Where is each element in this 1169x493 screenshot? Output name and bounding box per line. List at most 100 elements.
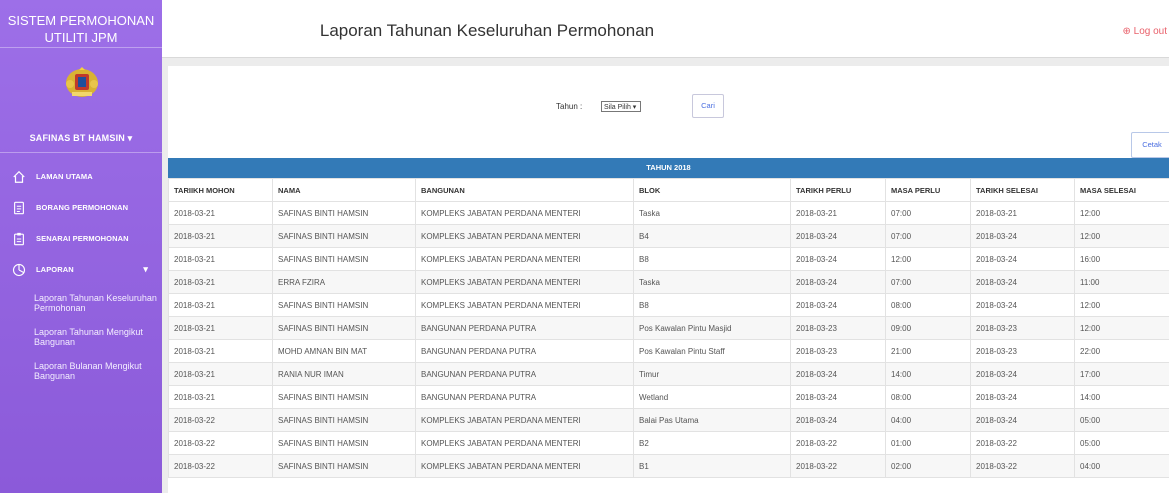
table-cell: Taska	[633, 270, 791, 294]
table-cell: KOMPLEKS JABATAN PERDANA MENTERI	[415, 431, 634, 455]
print-button[interactable]: Cetak	[1131, 132, 1169, 158]
year-select[interactable]: Sila Pilih ▾	[601, 101, 641, 112]
table-cell: 2018-03-22	[790, 454, 886, 478]
table-cell: 2018-03-21	[168, 362, 273, 386]
table-cell: 2018-03-24	[790, 385, 886, 409]
table-cell: 12:00	[885, 247, 971, 271]
subnav-laporan-tahunan-keseluruhan[interactable]: Laporan Tahunan Keseluruhan Permohonan	[34, 293, 162, 313]
table-row: 2018-03-21 RANIA NUR IMAN BANGUNAN PERDANA…	[168, 362, 1169, 386]
clipboard-icon	[14, 232, 24, 245]
profile-area: SAFINAS BT HAMSIN ▾	[0, 48, 162, 153]
table-cell: 2018-03-21	[168, 247, 273, 271]
table-cell: B1	[633, 454, 791, 478]
table-cell: ERRA FZIRA	[272, 270, 416, 294]
table-cell: 2018-03-21	[168, 316, 273, 340]
table-cell: 2018-03-24	[790, 408, 886, 432]
table-cell: 2018-03-21	[168, 270, 273, 294]
table-cell: 09:00	[885, 316, 971, 340]
document-icon	[14, 201, 24, 214]
table-cell: Balai Pas Utama	[633, 408, 791, 432]
column-header: NAMA	[272, 178, 416, 202]
nav-label: LAPORAN	[36, 265, 74, 274]
table-row: 2018-03-22 SAFINAS BINTI HAMSIN KOMPLEKS J…	[168, 408, 1169, 432]
app-title: SISTEM PERMOHONAN UTILITI JPM	[0, 0, 162, 48]
table-cell: 2018-03-24	[790, 270, 886, 294]
table-cell: Pos Kawalan Pintu Staff	[633, 339, 791, 363]
nav-senarai-permohonan[interactable]: SENARAI PERMOHONAN	[0, 223, 162, 254]
nav-borang-permohonan[interactable]: BORANG PERMOHONAN	[0, 192, 162, 223]
table-cell: SAFINAS BINTI HAMSIN	[272, 385, 416, 409]
table-cell: 12:00	[1074, 201, 1169, 225]
table-row: 2018-03-21 SAFINAS BINTI HAMSIN KOMPLEKS J…	[168, 224, 1169, 248]
logout-link[interactable]: ⊕ Log out	[1122, 26, 1167, 37]
table-cell: KOMPLEKS JABATAN PERDANA MENTERI	[415, 224, 634, 248]
table-row: 2018-03-21 MOHD AMNAN BIN MAT BANGUNAN PER…	[168, 339, 1169, 363]
report-panel: Tahun : Sila Pilih ▾ Cari Cetak TAHUN 20…	[168, 66, 1169, 493]
table-cell: SAFINAS BINTI HAMSIN	[272, 408, 416, 432]
table-row: 2018-03-22 SAFINAS BINTI HAMSIN KOMPLEKS J…	[168, 454, 1169, 478]
table-row: 2018-03-21 ERRA FZIRA KOMPLEKS JABATAN PER…	[168, 270, 1169, 294]
table-cell: 2018-03-21	[168, 385, 273, 409]
subnav-laporan-bulanan-bangunan[interactable]: Laporan Bulanan Mengikut Bangunan	[34, 361, 162, 381]
table-cell: Timur	[633, 362, 791, 386]
nav-laman-utama[interactable]: LAMAN UTAMA	[0, 161, 162, 192]
table-cell: 12:00	[1074, 293, 1169, 317]
nav-laporan[interactable]: LAPORAN ▾	[0, 254, 162, 285]
table-body: 2018-03-21 SAFINAS BINTI HAMSIN KOMPLEKS J…	[168, 201, 1169, 478]
nav-label: LAMAN UTAMA	[36, 172, 93, 181]
table-cell: 16:00	[1074, 247, 1169, 271]
table-row: 2018-03-22 SAFINAS BINTI HAMSIN KOMPLEKS J…	[168, 431, 1169, 455]
table-cell: 11:00	[1074, 270, 1169, 294]
column-header: MASA SELESAI	[1074, 178, 1169, 202]
table-cell: BANGUNAN PERDANA PUTRA	[415, 339, 634, 363]
table-cell: KOMPLEKS JABATAN PERDANA MENTERI	[415, 408, 634, 432]
laporan-submenu: Laporan Tahunan Keseluruhan Permohonan L…	[0, 285, 162, 381]
table-cell: SAFINAS BINTI HAMSIN	[272, 247, 416, 271]
top-header: Laporan Tahunan Keseluruhan Permohonan ⊕…	[162, 0, 1169, 58]
table-cell: BANGUNAN PERDANA PUTRA	[415, 316, 634, 340]
table-cell: MOHD AMNAN BIN MAT	[272, 339, 416, 363]
table-cell: BANGUNAN PERDANA PUTRA	[415, 385, 634, 409]
user-dropdown[interactable]: SAFINAS BT HAMSIN ▾	[0, 133, 162, 144]
table-cell: B2	[633, 431, 791, 455]
table-cell: 02:00	[885, 454, 971, 478]
year-header: TAHUN 2018	[168, 158, 1169, 178]
table-cell: 17:00	[1074, 362, 1169, 386]
table-cell: 08:00	[885, 385, 971, 409]
table-cell: 2018-03-21	[168, 224, 273, 248]
table-cell: KOMPLEKS JABATAN PERDANA MENTERI	[415, 293, 634, 317]
table-cell: 2018-03-23	[970, 339, 1075, 363]
table-cell: 2018-03-24	[790, 293, 886, 317]
chevron-down-icon: ▾	[143, 264, 148, 274]
table-cell: SAFINAS BINTI HAMSIN	[272, 431, 416, 455]
table-cell: 2018-03-23	[970, 316, 1075, 340]
pie-chart-icon	[12, 263, 26, 276]
table-row: 2018-03-21 SAFINAS BINTI HAMSIN KOMPLEKS J…	[168, 247, 1169, 271]
table-cell: 07:00	[885, 270, 971, 294]
table-cell: 2018-03-21	[790, 201, 886, 225]
table-cell: 2018-03-22	[970, 454, 1075, 478]
page-title: Laporan Tahunan Keseluruhan Permohonan	[319, 21, 655, 40]
table-cell: 21:00	[885, 339, 971, 363]
table-cell: 04:00	[1074, 454, 1169, 478]
table-cell: 14:00	[1074, 385, 1169, 409]
table-cell: 2018-03-24	[790, 224, 886, 248]
table-cell: 2018-03-24	[970, 293, 1075, 317]
column-header: MASA PERLU	[885, 178, 971, 202]
table-cell: KOMPLEKS JABATAN PERDANA MENTERI	[415, 247, 634, 271]
table-cell: 2018-03-24	[970, 408, 1075, 432]
search-button[interactable]: Cari	[692, 94, 724, 118]
table-cell: BANGUNAN PERDANA PUTRA	[415, 362, 634, 386]
table-cell: 2018-03-24	[970, 385, 1075, 409]
table-cell: KOMPLEKS JABATAN PERDANA MENTERI	[415, 270, 634, 294]
table-cell: 2018-03-21	[970, 201, 1075, 225]
table-cell: 2018-03-23	[790, 316, 886, 340]
table-cell: 2018-03-23	[790, 339, 886, 363]
table-cell: Taska	[633, 201, 791, 225]
home-icon	[13, 170, 25, 183]
table-row: 2018-03-21 SAFINAS BINTI HAMSIN BANGUNAN P…	[168, 385, 1169, 409]
table-cell: 2018-03-22	[970, 431, 1075, 455]
report-table: TARIIKH MOHON NAMA BANGUNAN BLOK TARIKH PERL…	[168, 178, 1169, 478]
subnav-laporan-tahunan-bangunan[interactable]: Laporan Tahunan Mengikut Bangunan	[34, 327, 162, 347]
table-cell: B4	[633, 224, 791, 248]
